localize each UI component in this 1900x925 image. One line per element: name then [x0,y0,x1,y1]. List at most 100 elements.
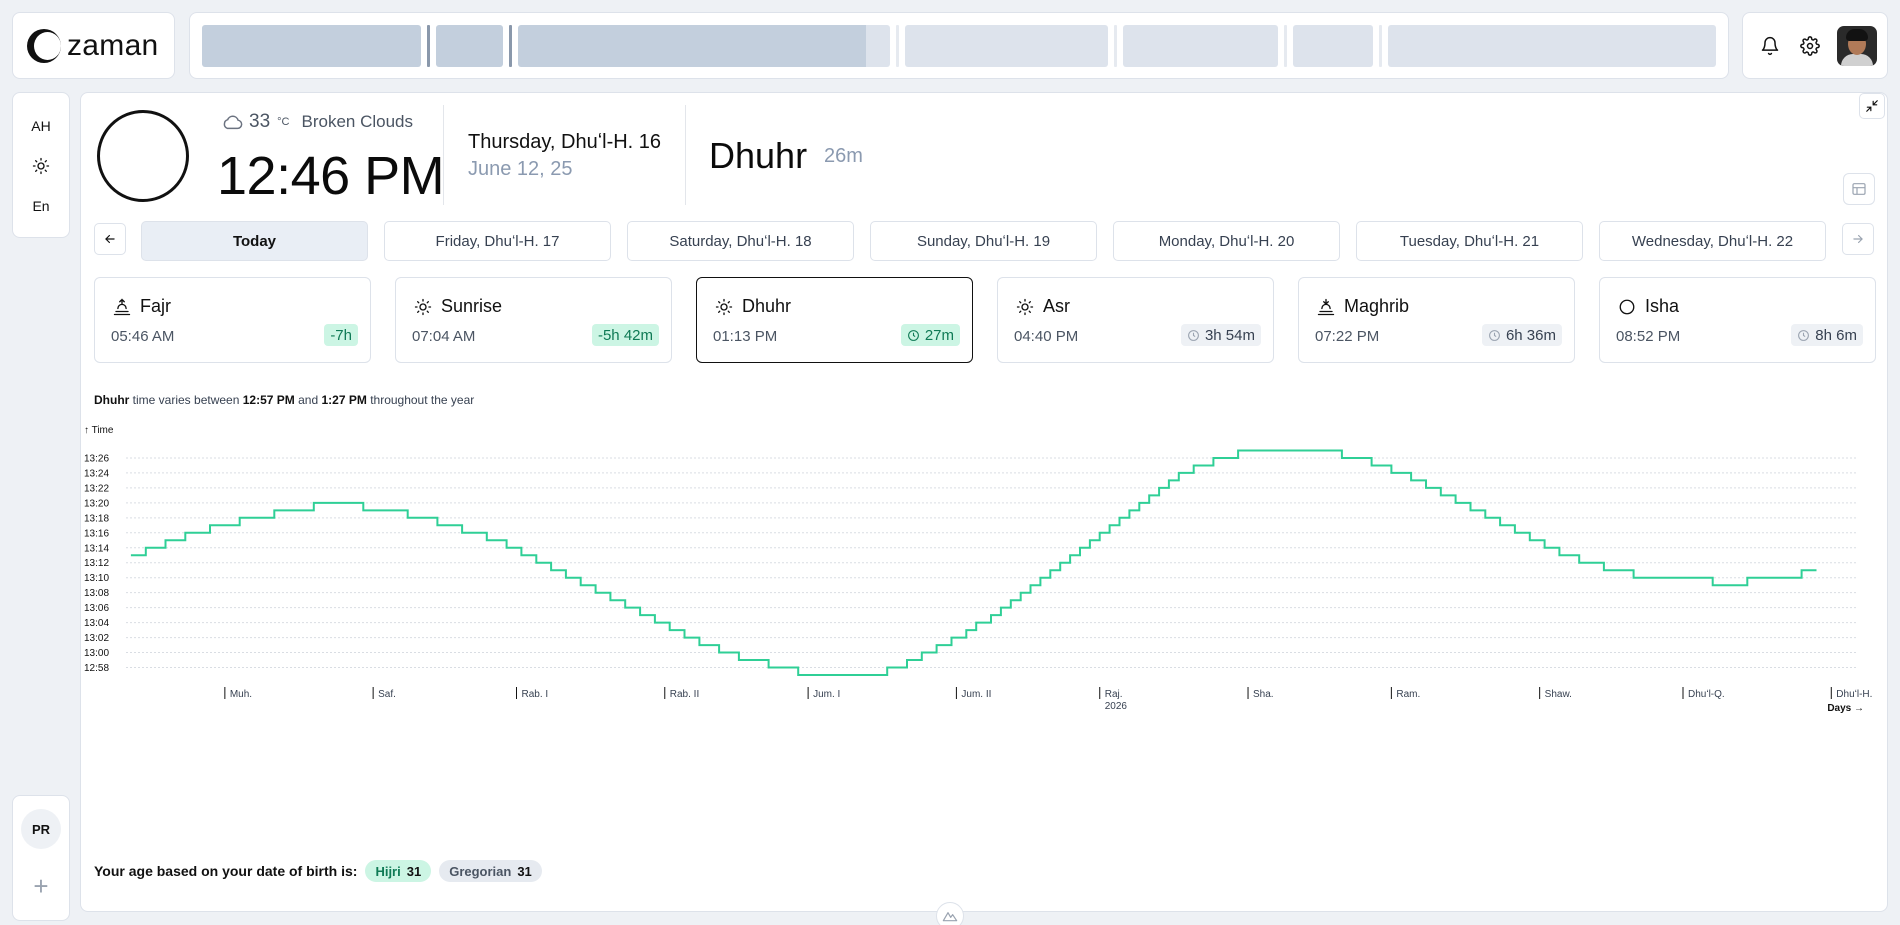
yearly-time-chart: ↑ Time 12:58 13:00 13:02 13:04 13:06 13:08 13:1… [84,425,1872,714]
prayer-name-text: Maghrib [1344,296,1410,316]
prayer-countdown-badge: 8h 6m [1791,324,1863,346]
badge-text: -5h 42m [597,326,653,344]
age-summary: Your age based on your date of birth is:… [94,860,542,882]
prayer-name-text: Dhuhr [742,296,792,316]
sunset-arrow-icon [1317,298,1335,315]
y-tick-label: 13:06 [84,603,109,614]
day-tab[interactable]: Friday, Dhuʻl-H. 17 [384,221,611,261]
y-tick-label: 13:04 [84,618,109,629]
variance-prayer: Dhuhr [94,393,130,407]
sun-icon [1016,298,1034,315]
prayer-card-maghrib[interactable]: Maghrib 07:22 PM 6h 36m [1298,277,1575,363]
sun-icon [715,298,733,315]
y-tick-label: 13:14 [84,543,109,554]
prayer-card-dhuhr[interactable]: Dhuhr 01:13 PM 27m [696,277,973,363]
arrow-right-icon [1853,234,1863,244]
time-variance-text: Dhuhr time varies between 12:57 PM and 1… [94,393,474,407]
prayer-countdown-badge: 3h 54m [1180,324,1261,346]
age-label: Your age based on your date of birth is: [94,863,358,879]
next-day-button[interactable] [1842,223,1874,255]
y-tick-label: 13:24 [84,468,109,479]
prayer-time: 07:04 AM [412,328,476,345]
skeleton-separator [1378,24,1382,67]
y-tick-label: 13:00 [84,648,109,659]
skeleton-block [1123,24,1279,67]
sunrise-arrow-icon [113,298,131,315]
prayer-time: 04:40 PM [1014,328,1079,345]
prayer-name: Sunrise [414,296,502,317]
weather-description: Broken Clouds [301,112,413,131]
y-axis-label: ↑ Time [84,425,114,436]
theme-toggle[interactable] [32,155,50,177]
prayer-name-text: Fajr [140,296,171,316]
prayer-countdown-badge: 27m [900,324,960,346]
left-sidebar: AH En [12,92,70,238]
variance-min: 12:57 PM [242,393,295,407]
prayer-offset-badge: -5h 42m [591,324,659,346]
current-prayer-eta: 26m [824,145,863,167]
table-view-button[interactable] [1843,173,1875,205]
prayer-countdown-badge: 6h 36m [1481,324,1562,346]
mountain-logo-icon[interactable] [936,902,964,925]
gregorian-age-value: 31 [517,863,532,879]
prayer-card-fajr[interactable]: Fajr 05:46 AM -7h [94,277,371,363]
add-profile-button[interactable]: + [33,873,48,899]
hijri-age-label: Hijri [375,863,401,879]
gear-icon[interactable] [1797,33,1823,59]
bell-icon[interactable] [1757,33,1783,59]
prayer-offset-badge: -7h [324,324,358,346]
hijri-toggle[interactable]: AH [31,115,50,137]
user-avatar[interactable] [1837,25,1877,66]
header-tools [1742,12,1888,79]
x-tick-sublabel: 2026 [1105,701,1128,712]
logo-card[interactable]: zaman [12,12,175,79]
prayer-card-sunrise[interactable]: Sunrise 07:04 AM -5h 42m [395,277,672,363]
prayer-time: 07:22 PM [1315,328,1380,345]
skeleton-block [1387,24,1716,67]
prayer-name-text: Isha [1645,296,1680,316]
main-panel: 33 °C Broken Clouds 12:46 PM Thursday, Dh… [80,92,1888,912]
prayer-name: Dhuhr [715,296,791,317]
badge-text: 3h 54m [1204,326,1255,344]
day-tab[interactable]: Wednesday, Dhuʻl-H. 22 [1599,221,1826,261]
skeleton-separator [426,24,430,67]
profile-badge[interactable]: PR [21,809,61,849]
y-tick-label: 13:26 [84,453,109,464]
skeleton-separator [896,24,900,67]
y-tick-label: 13:12 [84,558,109,569]
skeleton-block [202,24,421,67]
x-tick-label: Sha. [1253,689,1274,700]
divider [443,105,444,205]
skeleton-block [435,24,504,67]
previous-day-button[interactable] [94,223,126,255]
prayer-time: 01:13 PM [713,328,778,345]
weather-summary: 33 °C Broken Clouds [221,111,413,133]
skeleton-block [905,24,1109,67]
prayer-card-isha[interactable]: Isha 08:52 PM 8h 6m [1599,277,1876,363]
day-tab[interactable]: Tuesday, Dhuʻl-H. 21 [1356,221,1583,261]
loading-skeleton-bar [189,12,1729,79]
variance-text: time varies between [132,393,240,407]
prayer-card-asr[interactable]: Asr 04:40 PM 3h 54m [997,277,1274,363]
day-tab[interactable]: Sunday, Dhuʻl-H. 19 [870,221,1097,261]
language-toggle[interactable]: En [32,195,49,217]
brand-name: zaman [67,28,159,62]
clock-icon [1489,329,1500,341]
y-tick-label: 13:02 [84,633,109,644]
profile-sidebar: PR + [12,795,70,921]
day-tab[interactable]: Monday, Dhuʻl-H. 20 [1113,221,1340,261]
badge-text: 6h 36m [1505,326,1556,344]
sun-icon [32,157,50,175]
table-icon [1852,183,1866,195]
sun-icon [414,298,432,315]
prayer-name-text: Sunrise [441,296,503,316]
x-tick-label: Dhuʻl-Q. [1688,688,1725,700]
day-tab-today[interactable]: Today [141,221,368,261]
x-tick-label: Saf. [378,689,396,700]
minimize-button[interactable] [1859,93,1885,119]
x-axis-label: Days → [1827,703,1864,714]
compress-arrows-icon [1866,100,1878,112]
prayer-time: 08:52 PM [1616,328,1681,345]
day-tab[interactable]: Saturday, Dhuʻl-H. 18 [627,221,854,261]
y-tick-label: 13:16 [84,528,109,539]
